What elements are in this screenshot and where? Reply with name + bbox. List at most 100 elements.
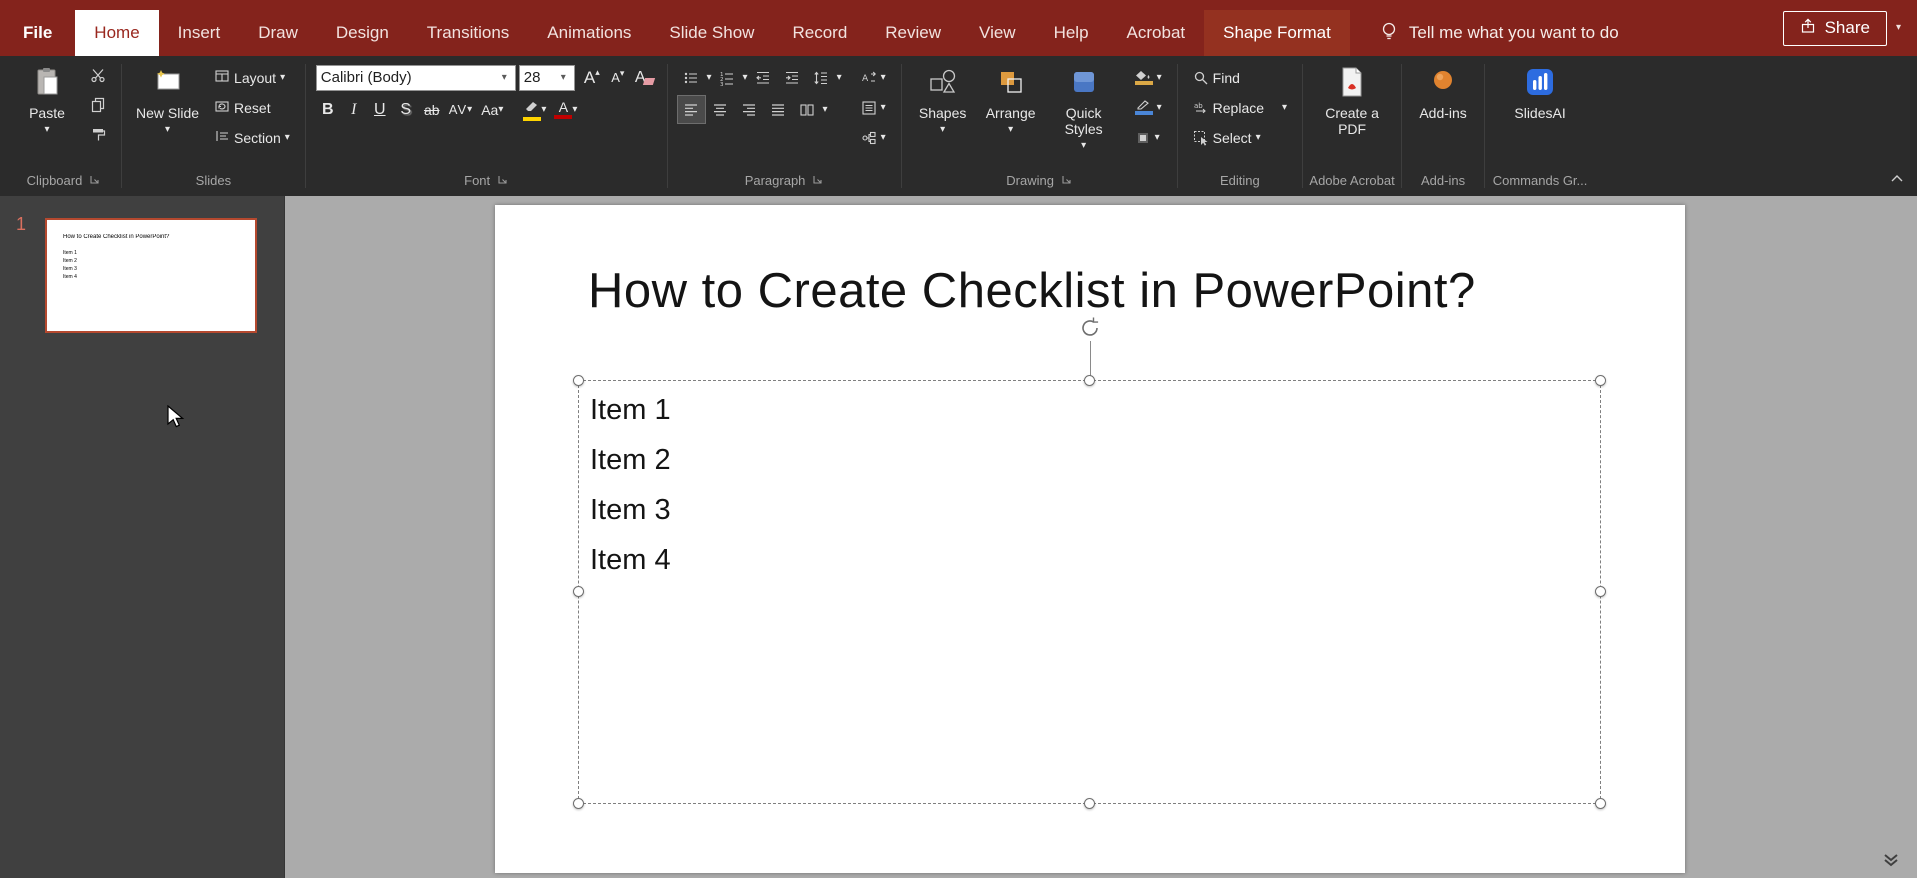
resize-handle-top-middle[interactable] <box>1083 375 1095 386</box>
select-button[interactable]: Select ▾ <box>1188 124 1292 151</box>
slide-canvas[interactable]: How to Create Checklist in PowerPoint? I… <box>285 196 1917 878</box>
drawing-dialog-launcher-icon[interactable] <box>1061 173 1072 188</box>
align-right-button[interactable] <box>736 96 763 123</box>
tab-view[interactable]: View <box>960 10 1035 56</box>
arrange-button[interactable]: Arrange ▾ <box>980 64 1042 135</box>
list-item[interactable]: Item 3 <box>590 485 671 535</box>
copy-icon <box>90 97 106 118</box>
bullets-caret-icon[interactable]: ▾ <box>707 72 712 83</box>
shape-outline-button[interactable]: ▾ <box>1130 94 1167 121</box>
line-spacing-caret-icon[interactable]: ▾ <box>837 72 842 83</box>
tab-file[interactable]: File <box>0 10 75 56</box>
character-spacing-button[interactable]: AV ▾ <box>446 96 476 123</box>
shrink-font-button[interactable]: A ▾ <box>606 64 630 91</box>
share-button[interactable]: Share <box>1782 10 1887 46</box>
section-button[interactable]: Section ▾ <box>209 124 295 151</box>
underline-button[interactable]: U <box>368 96 392 123</box>
pdf-document-icon <box>1336 66 1368 101</box>
tab-acrobat[interactable]: Acrobat <box>1108 10 1205 56</box>
tab-draw[interactable]: Draw <box>239 10 317 56</box>
tab-insert[interactable]: Insert <box>159 10 240 56</box>
align-left-button[interactable] <box>676 95 706 124</box>
justify-button[interactable] <box>765 96 792 123</box>
create-pdf-button[interactable]: Create a PDF <box>1313 64 1391 137</box>
share-caret-icon[interactable]: ▾ <box>1896 23 1901 33</box>
grow-font-button[interactable]: A ▴ <box>580 64 604 91</box>
find-button[interactable]: Find <box>1188 64 1292 91</box>
clear-formatting-button[interactable]: A <box>632 64 657 91</box>
replace-button[interactable]: ab Replace ▾ <box>1188 94 1292 121</box>
italic-button[interactable]: I <box>342 96 366 123</box>
content-textbox[interactable]: Item 1 Item 2 Item 3 Item 4 <box>573 317 1606 809</box>
tab-review[interactable]: Review <box>866 10 960 56</box>
resize-handle-middle-left[interactable] <box>573 586 584 597</box>
list-item[interactable]: Item 2 <box>590 435 671 485</box>
resize-handle-top-right[interactable] <box>1595 375 1606 386</box>
tab-design[interactable]: Design <box>317 10 408 56</box>
tab-help[interactable]: Help <box>1035 10 1108 56</box>
numbering-caret-icon[interactable]: ▾ <box>743 72 748 83</box>
shape-fill-button[interactable]: ▾ <box>1130 64 1167 91</box>
text-shadow-button[interactable]: S <box>394 96 418 123</box>
slide-title-text[interactable]: How to Create Checklist in PowerPoint? <box>588 263 1476 319</box>
font-dialog-launcher-icon[interactable] <box>497 173 508 188</box>
tab-record[interactable]: Record <box>773 10 866 56</box>
tab-slide-show[interactable]: Slide Show <box>650 10 773 56</box>
section-icon <box>214 128 230 147</box>
quick-styles-button[interactable]: Quick Styles ▾ <box>1048 64 1120 151</box>
slide-1-thumbnail[interactable]: How to Create Checklist in PowerPoint? I… <box>45 218 257 333</box>
bold-button[interactable]: B <box>316 96 340 123</box>
slide-number: 1 <box>16 214 27 234</box>
cut-button[interactable] <box>84 64 111 91</box>
increase-indent-button[interactable] <box>779 64 806 91</box>
rotation-handle[interactable] <box>1077 315 1103 341</box>
list-item[interactable]: Item 4 <box>590 535 671 585</box>
reset-button[interactable]: Reset <box>209 94 295 121</box>
powerpoint-window: File Home Insert Draw Design Transitions… <box>0 0 1917 878</box>
decrease-indent-button[interactable] <box>750 64 777 91</box>
font-name-combo[interactable] <box>315 64 516 91</box>
list-item[interactable]: Item 1 <box>590 385 671 435</box>
resize-handle-bottom-middle[interactable] <box>1083 798 1095 809</box>
text-highlight-button[interactable]: ▾ <box>520 96 549 123</box>
font-size-combo[interactable] <box>518 64 575 91</box>
clipboard-dialog-launcher-icon[interactable] <box>89 173 100 188</box>
tab-shape-format[interactable]: Shape Format <box>1204 10 1350 56</box>
tab-home[interactable]: Home <box>75 10 159 56</box>
columns-button[interactable] <box>794 96 821 123</box>
align-text-button[interactable]: ▾ <box>856 94 891 121</box>
numbering-button[interactable]: 123 <box>714 64 741 91</box>
collapse-ribbon-button[interactable] <box>1889 170 1905 188</box>
layout-button[interactable]: Layout ▾ <box>209 64 295 91</box>
line-spacing-button[interactable] <box>808 64 835 91</box>
tell-me-box[interactable]: Tell me what you want to do <box>1380 10 1619 56</box>
format-painter-button[interactable] <box>84 124 111 151</box>
slide-thumbnail-panel[interactable]: 1 How to Create Checklist in PowerPoint?… <box>0 196 285 878</box>
scroll-corner-chevron-icon[interactable] <box>1882 853 1900 872</box>
text-direction-button[interactable]: A ▾ <box>856 64 891 91</box>
resize-handle-bottom-right[interactable] <box>1595 798 1606 809</box>
slide[interactable]: How to Create Checklist in PowerPoint? I… <box>495 205 1685 873</box>
paragraph-dialog-launcher-icon[interactable] <box>812 173 823 188</box>
tab-animations[interactable]: Animations <box>528 10 650 56</box>
resize-handle-bottom-left[interactable] <box>573 798 584 809</box>
resize-handle-middle-right[interactable] <box>1595 586 1606 597</box>
bullets-button[interactable] <box>678 64 705 91</box>
shapes-button[interactable]: Shapes ▾ <box>912 64 974 135</box>
slidesai-button[interactable]: SlidesAI <box>1495 64 1585 121</box>
copy-button[interactable] <box>84 94 111 121</box>
new-slide-button[interactable]: New Slide ▾ <box>132 64 203 135</box>
align-center-button[interactable] <box>707 96 734 123</box>
columns-caret-icon[interactable]: ▾ <box>823 104 828 115</box>
addins-button[interactable]: Add-ins <box>1412 64 1474 121</box>
resize-handle-top-left[interactable] <box>573 375 584 386</box>
change-case-button[interactable]: Aa ▾ <box>478 96 506 123</box>
font-color-button[interactable]: A ▾ <box>551 96 580 123</box>
strikethrough-button[interactable]: ab <box>420 96 444 123</box>
svg-text:A: A <box>862 74 869 84</box>
convert-to-smartart-button[interactable]: ▾ <box>856 124 891 151</box>
tab-transitions[interactable]: Transitions <box>408 10 529 56</box>
shape-fill-color-bar <box>1134 81 1153 85</box>
shape-effects-button[interactable]: ▾ <box>1130 124 1167 151</box>
paste-button[interactable]: Paste ▾ <box>16 64 78 135</box>
